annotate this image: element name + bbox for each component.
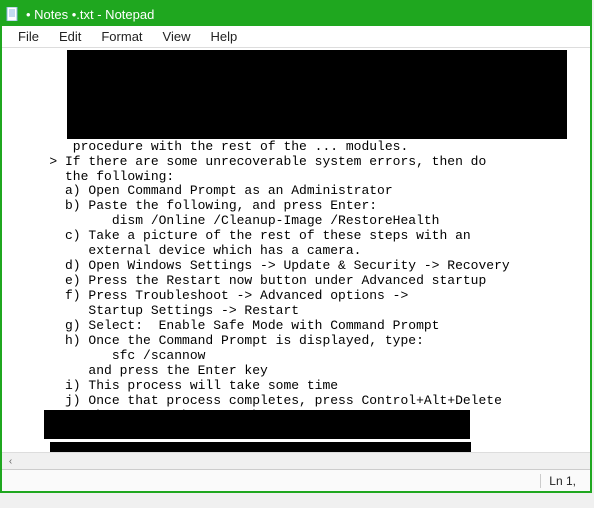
titlebar[interactable]: • Notes •.txt - Notepad <box>2 2 590 26</box>
menu-edit[interactable]: Edit <box>49 27 91 46</box>
notepad-icon <box>6 7 20 21</box>
horizontal-scrollbar[interactable]: ‹ <box>2 452 590 469</box>
content-area: e st o t R f t procedure with the rest o… <box>2 48 590 452</box>
cursor-position: Ln 1, <box>540 474 584 488</box>
redaction-block <box>44 410 470 439</box>
redaction-block <box>50 442 471 452</box>
scroll-track[interactable] <box>19 453 590 470</box>
notepad-window: • Notes •.txt - Notepad File Edit Format… <box>0 0 592 493</box>
menu-help[interactable]: Help <box>200 27 247 46</box>
statusbar: Ln 1, <box>2 469 590 491</box>
menu-format[interactable]: Format <box>91 27 152 46</box>
redaction-block <box>67 50 567 139</box>
menu-view[interactable]: View <box>153 27 201 46</box>
window-title: • Notes •.txt - Notepad <box>26 7 154 22</box>
menubar: File Edit Format View Help <box>2 26 590 48</box>
menu-file[interactable]: File <box>8 27 49 46</box>
scroll-left-arrow-icon[interactable]: ‹ <box>2 453 19 470</box>
